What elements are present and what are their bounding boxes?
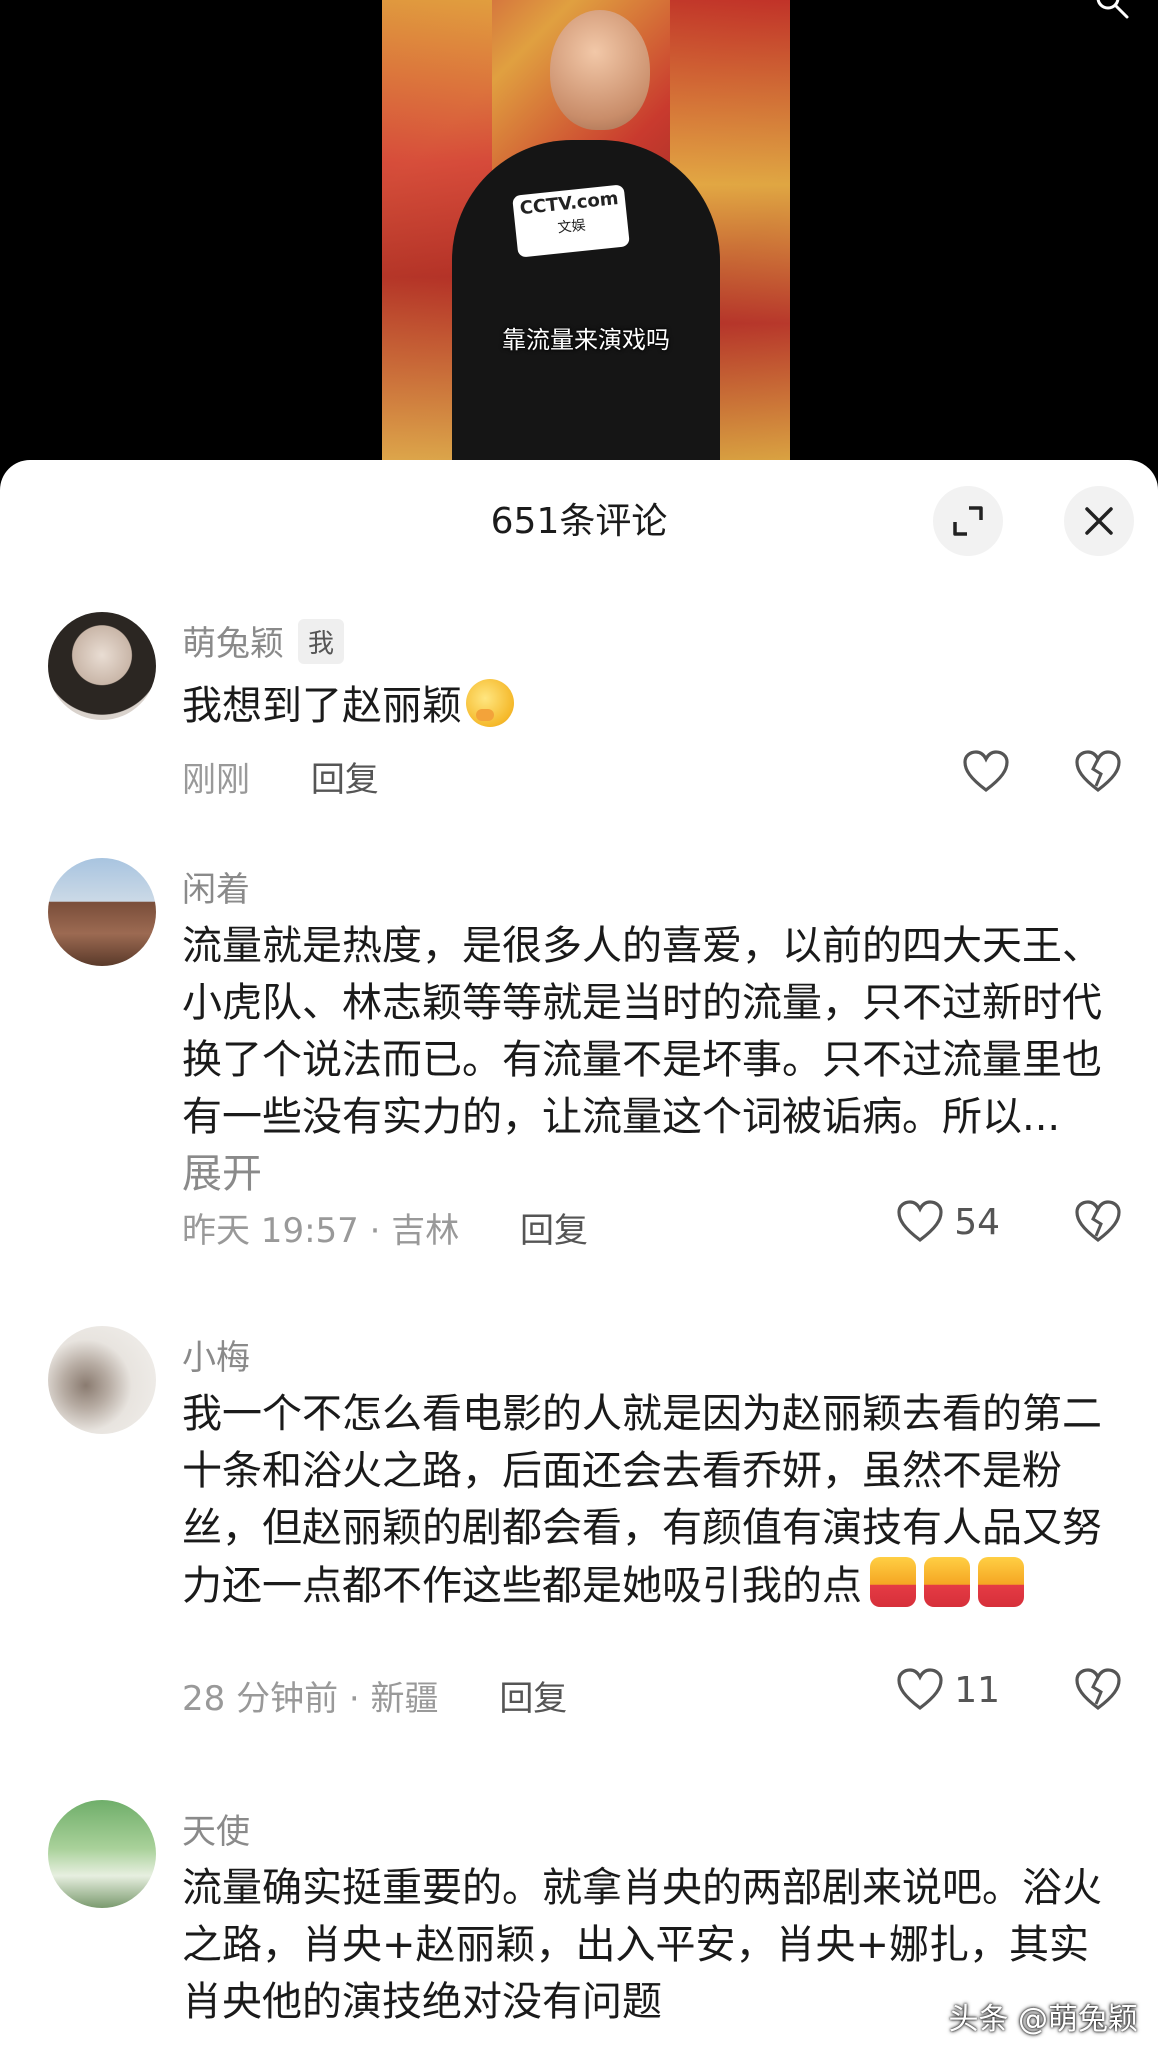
comment-text: 我想到了赵丽颖 bbox=[182, 678, 1102, 735]
comments-sheet: 651条评论 萌兔颖我 我想到了赵丽颖 刚刚 回复 闲着 流量就是热度，是很多人… bbox=[0, 460, 1158, 2052]
speaker-head bbox=[550, 10, 650, 130]
avatar[interactable] bbox=[48, 1326, 156, 1434]
comment-username[interactable]: 小梅 bbox=[182, 1330, 250, 1379]
thumbs-up-emoji bbox=[978, 1557, 1024, 1607]
comment-body: 我想到了赵丽颖 bbox=[182, 683, 462, 729]
avatar[interactable] bbox=[48, 1800, 156, 1908]
broken-heart-icon bbox=[1075, 750, 1121, 793]
comment-username[interactable]: 闲着 bbox=[182, 862, 250, 911]
thumbs-up-emoji bbox=[870, 1557, 916, 1607]
thinking-face-emoji bbox=[466, 679, 514, 727]
thumbs-up-emoji bbox=[924, 1557, 970, 1607]
expand-link[interactable]: 展开 bbox=[182, 1151, 262, 1197]
dislike-button[interactable] bbox=[1074, 750, 1122, 798]
close-icon bbox=[1085, 507, 1113, 535]
comment-username[interactable]: 萌兔颖我 bbox=[182, 616, 345, 665]
reply-button[interactable]: 回复 bbox=[520, 1211, 588, 1251]
like-count: 11 bbox=[954, 1669, 1000, 1711]
reply-button[interactable]: 回复 bbox=[499, 1679, 567, 1719]
like-button[interactable]: 54 bbox=[896, 1200, 1000, 1244]
comment-time: 28 分钟前 · 新疆 bbox=[182, 1679, 439, 1719]
watermark: 头条 @萌兔颖 bbox=[948, 2002, 1138, 2037]
comment-meta: 刚刚 回复 bbox=[182, 752, 379, 801]
comment-meta: 昨天 19:57 · 吉林 回复 bbox=[182, 1203, 588, 1252]
video-caption: 靠流量来演戏吗 bbox=[502, 326, 670, 354]
like-button[interactable]: 11 bbox=[896, 1668, 1000, 1712]
microphone-flag: CCTV.com 文娱 bbox=[512, 184, 630, 258]
comment-time: 昨天 19:57 · 吉林 bbox=[182, 1211, 460, 1251]
expand-button[interactable] bbox=[933, 486, 1003, 556]
comment-item: 闲着 流量就是热度，是很多人的喜爱，以前的四大天王、小虎队、林志颖等等就是当时的… bbox=[0, 858, 1158, 1251]
search-icon[interactable] bbox=[1094, 0, 1130, 20]
broken-heart-icon bbox=[1075, 1668, 1121, 1711]
dislike-button[interactable] bbox=[1074, 1200, 1122, 1248]
comment-text: 流量就是热度，是很多人的喜爱，以前的四大天王、小虎队、林志颖等等就是当时的流量，… bbox=[182, 918, 1102, 1203]
video-area[interactable]: CCTV.com 文娱 靠流量来演戏吗 bbox=[0, 0, 1158, 480]
comment-username[interactable]: 天使 bbox=[182, 1804, 250, 1853]
comment-text: 我一个不怎么看电影的人就是因为赵丽颖去看的第二十条和浴火之路，后面还会去看乔妍，… bbox=[182, 1386, 1102, 1671]
heart-icon bbox=[963, 750, 1009, 793]
comment-meta: 28 分钟前 · 新疆 回复 bbox=[182, 1671, 567, 1720]
comment-item: 萌兔颖我 我想到了赵丽颖 刚刚 回复 bbox=[0, 612, 1158, 800]
like-count: 54 bbox=[954, 1201, 1000, 1243]
comment-item: 小梅 我一个不怎么看电影的人就是因为赵丽颖去看的第二十条和浴火之路，后面还会去看… bbox=[0, 1326, 1158, 1719]
heart-icon bbox=[897, 1668, 943, 1711]
expand-icon bbox=[953, 506, 983, 536]
heart-icon bbox=[897, 1200, 943, 1243]
comment-time: 刚刚 bbox=[182, 760, 250, 800]
video-thumbnail[interactable]: CCTV.com 文娱 靠流量来演戏吗 bbox=[382, 0, 790, 462]
avatar[interactable] bbox=[48, 858, 156, 966]
username-text: 萌兔颖 bbox=[182, 624, 284, 664]
avatar[interactable] bbox=[48, 612, 156, 720]
reply-button[interactable]: 回复 bbox=[311, 760, 379, 800]
comment-body: 流量就是热度，是很多人的喜爱，以前的四大天王、小虎队、林志颖等等就是当时的流量，… bbox=[182, 923, 1102, 1140]
like-button[interactable] bbox=[962, 750, 1010, 794]
me-badge: 我 bbox=[298, 619, 345, 664]
close-button[interactable] bbox=[1064, 486, 1134, 556]
broken-heart-icon bbox=[1075, 1200, 1121, 1243]
dislike-button[interactable] bbox=[1074, 1668, 1122, 1716]
